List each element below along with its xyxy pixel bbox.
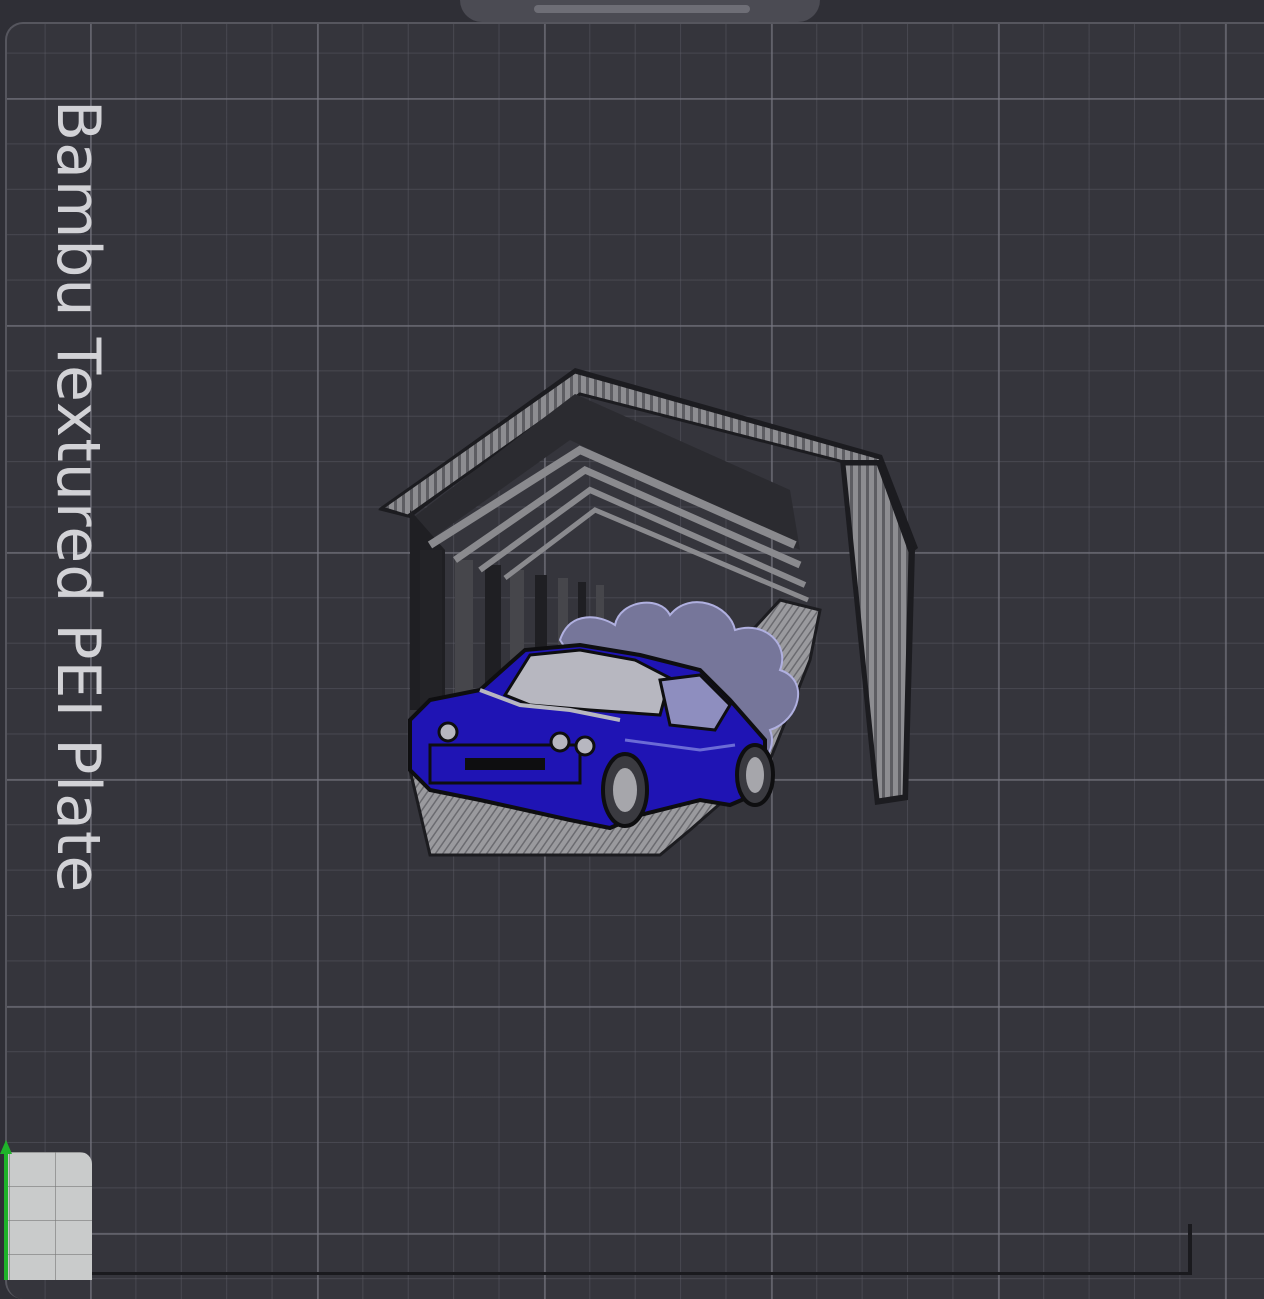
model-object[interactable] xyxy=(370,360,930,870)
x-axis-line xyxy=(92,1272,1192,1275)
plate-handle xyxy=(534,5,750,13)
y-axis-line xyxy=(4,1150,8,1280)
origin-marker xyxy=(4,1152,92,1280)
plate-corner-marker xyxy=(1188,1224,1192,1274)
y-axis-arrow-icon xyxy=(0,1140,12,1154)
plate-label: Bambu Textured PEI Plate xyxy=(43,100,113,894)
